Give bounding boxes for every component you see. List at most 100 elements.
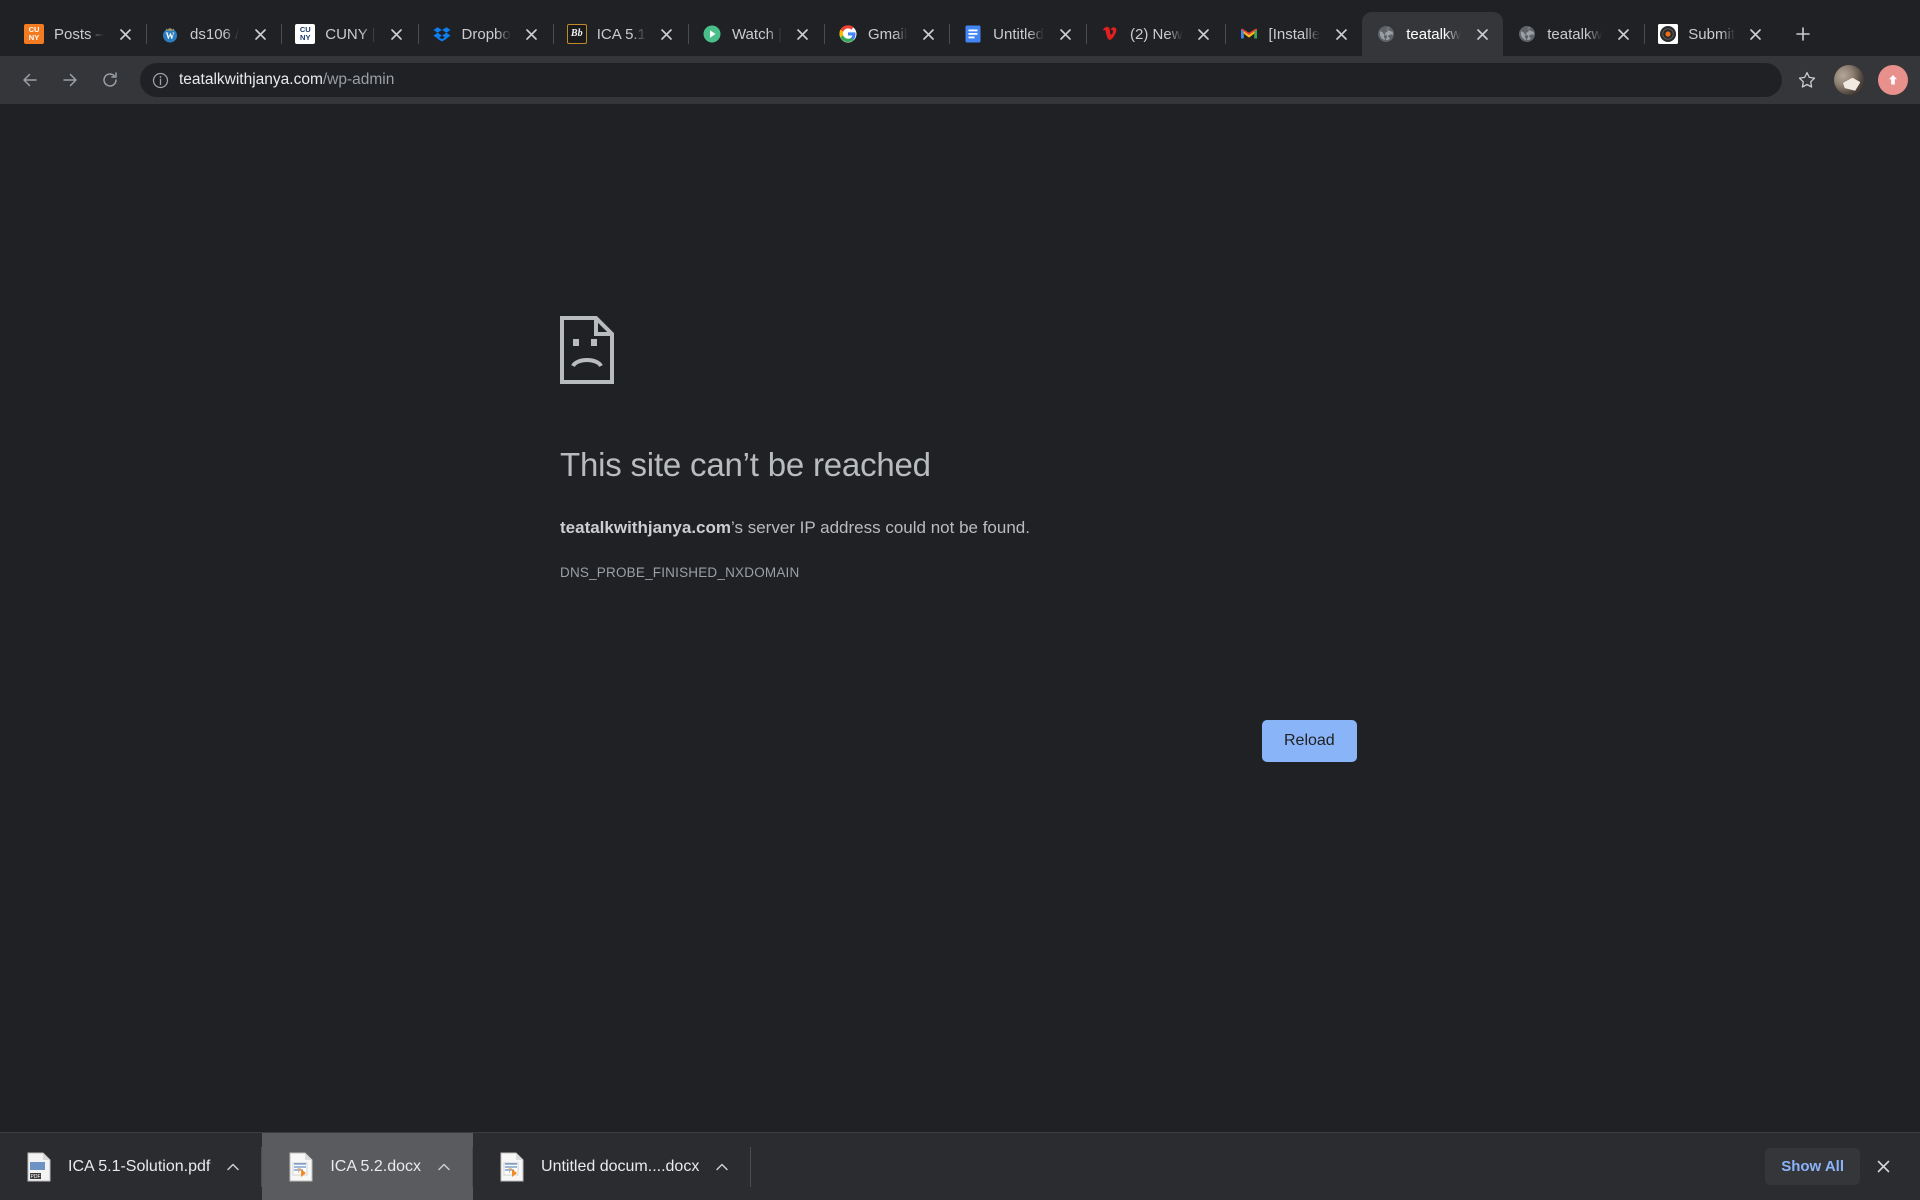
tab-close-icon[interactable]: [249, 23, 271, 45]
error-detail: teatalkwithjanya.com’s server IP address…: [560, 518, 1440, 538]
sad-page-icon: [560, 316, 614, 384]
show-all-downloads-button[interactable]: Show All: [1765, 1148, 1860, 1185]
page-content: This site can’t be reached teatalkwithja…: [0, 104, 1920, 1132]
browser-tab[interactable]: teatalkw: [1362, 12, 1504, 56]
browser-tab[interactable]: CU NY CUNY |: [281, 12, 417, 56]
browser-tab[interactable]: Untitled: [949, 12, 1086, 56]
tab-close-icon[interactable]: [1330, 23, 1352, 45]
tab-separator: [417, 24, 419, 44]
browser-tab[interactable]: teatalkw: [1503, 12, 1644, 56]
tab-close-icon[interactable]: [1745, 23, 1767, 45]
tab-close-icon[interactable]: [386, 23, 408, 45]
browser-tab[interactable]: Bb ICA 5.1: [552, 12, 688, 56]
tab-close-icon[interactable]: [792, 23, 814, 45]
error-container: This site can’t be reached teatalkwithja…: [560, 316, 1440, 580]
download-item[interactable]: 7 Untitled docum....docx: [473, 1133, 752, 1200]
dropbox-icon: [432, 24, 452, 44]
tab-close-icon[interactable]: [656, 23, 678, 45]
download-item[interactable]: PDF ICA 5.1-Solution.pdf: [0, 1133, 263, 1200]
tab-close-icon[interactable]: [1612, 23, 1634, 45]
back-button[interactable]: [12, 62, 48, 98]
download-file-name: ICA 5.1-Solution.pdf: [68, 1157, 211, 1175]
url-host: teatalkwithjanya.com: [179, 71, 323, 88]
tab-close-icon[interactable]: [1054, 23, 1076, 45]
tab-title: teatalkw: [1547, 25, 1603, 43]
tab-title: ds106 /: [190, 25, 240, 43]
tab-title: Posts –: [54, 25, 105, 43]
globe-icon: [1517, 24, 1537, 44]
profile-avatar[interactable]: [1834, 65, 1864, 95]
google-docs-icon: [963, 24, 983, 44]
reload-button[interactable]: [92, 62, 128, 98]
vinyl-record-icon: [1658, 24, 1679, 44]
download-file-name: Untitled docum....docx: [541, 1157, 700, 1175]
error-detail-host: teatalkwithjanya.com: [560, 518, 732, 537]
chevron-up-icon[interactable]: [226, 1160, 240, 1174]
download-separator: [750, 1147, 752, 1187]
reload-page-button[interactable]: Reload: [1262, 720, 1357, 762]
bookmark-star-icon[interactable]: [1790, 63, 1824, 97]
browser-tab[interactable]: CU NY Posts –: [10, 12, 146, 56]
extension-upload-icon[interactable]: [1878, 65, 1908, 95]
tab-title: Gmail: [867, 25, 908, 43]
docx-file-icon: 7: [499, 1152, 525, 1182]
browser-toolbar: teatalkwithjanya.com/wp-admin: [0, 56, 1920, 104]
tab-close-icon[interactable]: [114, 23, 136, 45]
tab-separator: [949, 24, 951, 44]
url-text[interactable]: teatalkwithjanya.com/wp-admin: [179, 71, 1768, 89]
tab-close-icon[interactable]: [521, 23, 543, 45]
cuny-orange-icon: CU NY: [24, 24, 44, 44]
tab-separator: [281, 24, 283, 44]
tab-close-icon[interactable]: [1471, 23, 1493, 45]
google-icon: [838, 24, 858, 44]
tab-title: CUNY |: [325, 25, 376, 43]
docx-file-icon: 7: [500, 1152, 524, 1181]
tab-separator: [1224, 24, 1226, 44]
tab-separator: [552, 24, 554, 44]
tab-close-icon[interactable]: [917, 23, 939, 45]
tab-title: [Installe: [1268, 25, 1321, 43]
download-item[interactable]: 7 ICA 5.2.docx: [262, 1133, 474, 1200]
chevron-up-icon[interactable]: [437, 1160, 451, 1174]
tab-separator: [687, 24, 689, 44]
svg-text:W: W: [166, 31, 175, 41]
tab-close-icon[interactable]: [1193, 23, 1215, 45]
pdf-file-icon: PDF: [26, 1152, 52, 1182]
tab-title: Dropbo: [461, 25, 511, 43]
docx-file-icon: 7: [289, 1152, 313, 1181]
browser-tab[interactable]: Submit: [1644, 12, 1777, 56]
browser-tab[interactable]: Gmail: [823, 12, 949, 56]
download-shelf: PDF ICA 5.1-Solution.pdf 7 ICA 5.2.docx 7 Unt…: [0, 1132, 1920, 1200]
tab-title: Untitled: [993, 25, 1045, 43]
forward-button[interactable]: [52, 62, 88, 98]
docx-file-icon: 7: [288, 1152, 314, 1182]
pdf-file-icon: PDF: [27, 1152, 51, 1181]
address-bar[interactable]: teatalkwithjanya.com/wp-admin: [140, 63, 1782, 97]
browser-tab[interactable]: Watch |: [687, 12, 824, 56]
browser-tab[interactable]: [Installe: [1224, 12, 1363, 56]
browser-tab[interactable]: (2) New: [1086, 12, 1225, 56]
tab-title: teatalkw: [1406, 25, 1462, 43]
tab-title: Submit: [1688, 25, 1735, 43]
error-heading: This site can’t be reached: [560, 446, 931, 483]
tab-strip: CU NY Posts – Wds106 / CU NY CUNY | Dropbo Bb ICA…: [0, 0, 1920, 56]
url-path: /wp-admin: [322, 71, 395, 88]
tab-separator: [146, 24, 148, 44]
tab-title: ICA 5.1: [596, 25, 646, 43]
download-shelf-actions: Show All: [1765, 1133, 1920, 1200]
site-info-icon[interactable]: [152, 72, 169, 89]
chevron-up-icon[interactable]: [715, 1160, 729, 1174]
new-tab-button[interactable]: [1783, 14, 1823, 54]
tab-title: Watch |: [731, 25, 782, 43]
browser-tab[interactable]: Dropbo: [417, 12, 553, 56]
ds106-wordpress-icon: W: [160, 24, 180, 44]
watch-play-icon: [702, 24, 722, 44]
globe-icon: [1376, 24, 1396, 44]
error-detail-rest: ’s server IP address could not be found.: [731, 518, 1030, 537]
close-shelf-icon[interactable]: [1866, 1150, 1900, 1184]
blackboard-icon: Bb: [566, 24, 587, 44]
tab-title: (2) New: [1130, 25, 1183, 43]
browser-tab[interactable]: Wds106 /: [146, 12, 281, 56]
tab-separator: [1086, 24, 1088, 44]
error-code: DNS_PROBE_FINISHED_NXDOMAIN: [560, 565, 800, 580]
